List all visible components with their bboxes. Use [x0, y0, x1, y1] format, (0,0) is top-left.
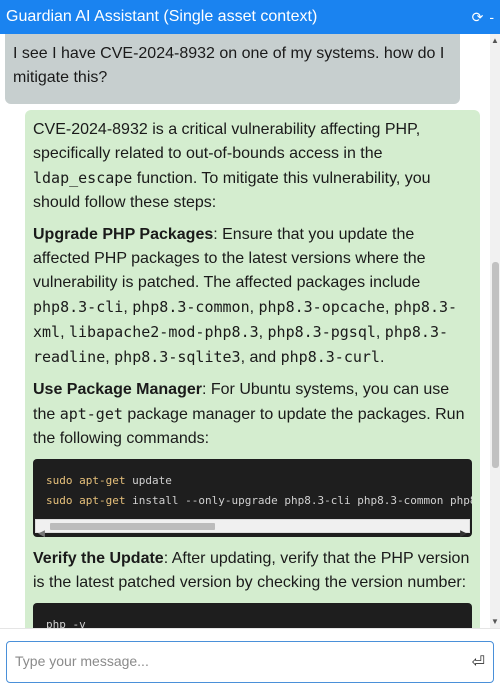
code-block[interactable]: php -v: [33, 603, 472, 628]
user-message: I see I have CVE-2024-8932 on one of my …: [5, 34, 460, 104]
title-bar: Guardian AI Assistant (Single asset cont…: [0, 0, 500, 34]
horizontal-scrollbar[interactable]: ◀ ▶: [35, 519, 470, 537]
send-icon[interactable]: ⏎: [472, 652, 485, 672]
message-input[interactable]: [15, 653, 455, 669]
step-verify-update: Verify the Update: After updating, verif…: [33, 550, 470, 591]
package-name: php8.3-common: [132, 298, 250, 316]
code-block[interactable]: sudo apt-get update sudo apt-get install…: [33, 459, 472, 537]
window-title: Guardian AI Assistant (Single asset cont…: [6, 8, 318, 25]
package-name: php8.3-curl: [280, 348, 380, 366]
inline-code: apt-get: [59, 405, 123, 423]
scroll-right-icon[interactable]: ▶: [460, 521, 467, 537]
step-title: Upgrade PHP Packages: [33, 226, 214, 243]
scroll-up-icon[interactable]: ▲: [491, 36, 499, 45]
scrollbar-thumb[interactable]: [492, 262, 499, 468]
message-input-box[interactable]: ⏎: [6, 641, 494, 683]
step-title: Use Package Manager: [33, 381, 202, 398]
package-name: php8.3-pgsql: [267, 323, 376, 341]
minimize-icon[interactable]: -: [489, 9, 494, 25]
intro-paragraph: CVE-2024-8932 is a critical vulnerabilit…: [33, 121, 431, 211]
refresh-icon[interactable]: ⟳: [472, 9, 484, 26]
package-name: php8.3-opcache: [258, 298, 385, 316]
assistant-message: CVE-2024-8932 is a critical vulnerabilit…: [25, 110, 480, 628]
package-name: php8.3-sqlite3: [114, 348, 241, 366]
scroll-left-icon[interactable]: ◀: [38, 521, 45, 537]
input-bar: ⏎: [0, 628, 500, 692]
package-name: php8.3-cli: [33, 298, 124, 316]
chat-area: I see I have CVE-2024-8932 on one of my …: [0, 34, 490, 628]
step-title: Verify the Update: [33, 550, 164, 567]
step-upgrade-packages: Upgrade PHP Packages: Ensure that you up…: [33, 226, 458, 366]
step-use-package-manager: Use Package Manager: For Ubuntu systems,…: [33, 381, 465, 447]
scrollbar-thumb[interactable]: [50, 523, 215, 530]
vertical-scrollbar[interactable]: ▲ ▼: [490, 34, 500, 628]
inline-code: ldap_escape: [33, 169, 133, 187]
scroll-down-icon[interactable]: ▼: [491, 617, 499, 626]
package-name: libapache2-mod-php8.3: [68, 323, 259, 341]
